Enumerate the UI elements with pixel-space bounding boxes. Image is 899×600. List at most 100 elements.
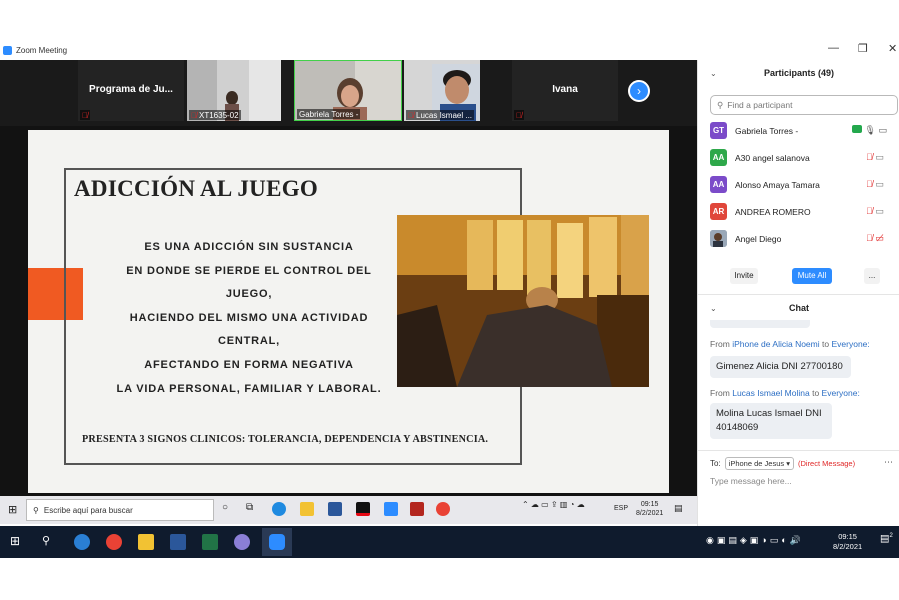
mic-muted-icon: 🎙̸ [866,233,873,243]
recipient-select[interactable]: iPhone de Jesus ▾ [724,457,794,470]
window-title: Zoom Meeting [16,46,68,55]
mute-all-button[interactable]: Mute All [792,268,832,284]
zoom-taskbar-item[interactable] [262,528,292,556]
word-icon[interactable] [170,534,186,550]
from-prefix: From [710,339,730,349]
clock[interactable]: 09:15 8/2/2021 [636,500,663,518]
app-icon[interactable] [234,534,250,550]
next-page-button[interactable]: › [628,80,650,102]
tile-label-text: XT1635-02 [199,110,239,120]
find-participant-input[interactable]: ⚲ Find a participant [710,95,898,115]
word-icon[interactable] [328,502,342,516]
windows-start-icon[interactable]: ⊞ [10,534,20,548]
maximize-button[interactable]: ❐ [858,42,868,55]
video-tile-active[interactable]: Gabriela Torres - [294,60,402,121]
taskbar-search[interactable]: ⚲ Escribe aquí para buscar [26,499,214,521]
clock[interactable]: 09:15 8/2/2021 [833,532,862,552]
from-prefix: From [710,388,730,398]
participant-name: Alonso Amaya Tamara [735,179,820,190]
tray-icons[interactable]: ⌃ ☁ ▭ ⇪ ▥ ◔ ☁ [522,500,585,509]
notification-icon[interactable]: ▤2 [880,533,893,544]
video-icon: ▭ [875,179,884,189]
slide-body-line: LA VIDA PERSONAL, FAMILIAR Y LABORAL. [116,382,382,395]
participant-name: Angel Diego [735,233,782,244]
chat-recipient-row: To: iPhone de Jesus ▾ (Direct Message) [710,457,855,470]
direct-message-label: (Direct Message) [797,459,856,468]
notification-icon[interactable]: ▤ [674,503,683,514]
chat-more-button[interactable]: ⋯ [884,457,893,468]
video-tile[interactable]: 🎙̸ Lucas Ismael ... [404,60,480,121]
participant-status-icons: 🎙 ▭ [852,125,887,136]
clock-date: 8/2/2021 [833,542,863,551]
avatar-photo [710,230,727,247]
participant-name: Ivana [552,84,578,95]
language-indicator[interactable]: ESP [614,505,628,512]
excel-icon[interactable] [202,534,218,550]
participant-name: A30 angel salanova [735,152,810,163]
message-sender: Lucas Ismael Molina [732,388,810,398]
system-tray-icons[interactable]: ◉▣▤◈▣◑▭◐🔊 [706,535,804,546]
video-icon: ▭ [878,125,887,135]
participant-status-icons: 🎙̸ ▭ [866,179,884,190]
tile-label: 🎙̸ Lucas Ismael ... [406,110,475,120]
message-recipient: Everyone: [821,388,860,398]
participant-row[interactable]: AR ANDREA ROMERO 🎙̸ ▭ [698,198,899,225]
video-tile[interactable]: Programa de Ju... 🎙̸ [78,60,184,121]
search-icon[interactable]: ⚲ [42,534,50,547]
slide-body: ES UNA ADICCIÓN SIN SUSTANCIA EN DONDE S… [94,236,404,401]
window-titlebar: Zoom Meeting [0,41,899,60]
avatar: AA [710,176,727,193]
app-icon[interactable] [410,502,424,516]
minimize-button[interactable]: — [828,42,839,54]
slide-body-line: HACIENDO DEL MISMO UNA ACTIVIDAD [129,311,369,324]
participant-status-icons: 🎙̸ ▭ [866,152,884,163]
zoom-logo-icon [3,46,12,55]
slide-body-line: JUEGO, [225,288,273,301]
mic-muted-icon: 🎙̸ [82,110,88,120]
edge-icon[interactable] [272,502,286,516]
to-word: to [812,388,820,398]
file-explorer-icon[interactable] [138,534,154,550]
invite-button[interactable]: Invite [730,268,758,284]
close-button[interactable]: ✕ [888,42,897,55]
participant-row[interactable]: AA Alonso Amaya Tamara 🎙̸ ▭ [698,171,899,198]
casino-image [397,215,649,387]
find-placeholder: Find a participant [727,100,793,110]
cortana-icon[interactable]: ○ [222,502,228,513]
mic-muted-icon: 🎙̸ [408,110,414,120]
video-tile[interactable]: Ivana 🎙̸ [512,60,618,121]
tile-label: 🎙̸ [514,110,524,120]
participants-header: Participants (49) [763,68,835,78]
internet-explorer-icon[interactable] [74,534,90,550]
participant-name: Programa de Ju... [89,84,173,95]
search-placeholder: Escribe aquí para buscar [43,505,133,515]
participant-name: ANDREA ROMERO [735,206,811,217]
windows-start-icon[interactable]: ⊞ [8,503,17,516]
slide-body-line: EN DONDE SE PIERDE EL CONTROL DEL [126,264,372,277]
video-off-icon: ▭̸ [875,233,884,243]
mic-muted-icon: 🎙̸ [866,206,873,216]
mic-muted-icon: 🎙̸ [191,110,197,120]
slot-machine-photo [397,215,649,387]
zoom-icon[interactable] [384,502,398,516]
netflix-icon[interactable] [356,502,370,516]
task-view-icon[interactable]: ⧉ [246,502,253,513]
microphone-icon: 🎙 [864,125,876,135]
video-tile[interactable]: 🎙̸ XT1635-02 [187,60,281,121]
message-recipient: Everyone: [831,339,870,349]
chrome-icon[interactable] [436,502,450,516]
participant-row[interactable]: Angel Diego 🎙̸ ▭̸ [698,225,899,252]
avatar-image [710,230,727,247]
participant-row[interactable]: GT Gabriela Torres - 🎙 ▭ [698,117,899,144]
slide-heading: ADICCIÓN AL JUEGO [74,176,319,201]
chrome-icon[interactable] [106,534,122,550]
to-word: to [822,339,830,349]
participant-row[interactable]: AA A30 angel salanova 🎙̸ ▭ [698,144,899,171]
more-button[interactable]: ... [864,268,880,284]
participant-status-icons: 🎙̸ ▭̸ [866,233,884,244]
avatar: AA [710,149,727,166]
file-explorer-icon[interactable] [300,502,314,516]
chat-input[interactable]: Type message here... [710,476,792,486]
video-icon: ▭ [875,152,884,162]
mic-muted-icon: 🎙̸ [866,179,873,189]
